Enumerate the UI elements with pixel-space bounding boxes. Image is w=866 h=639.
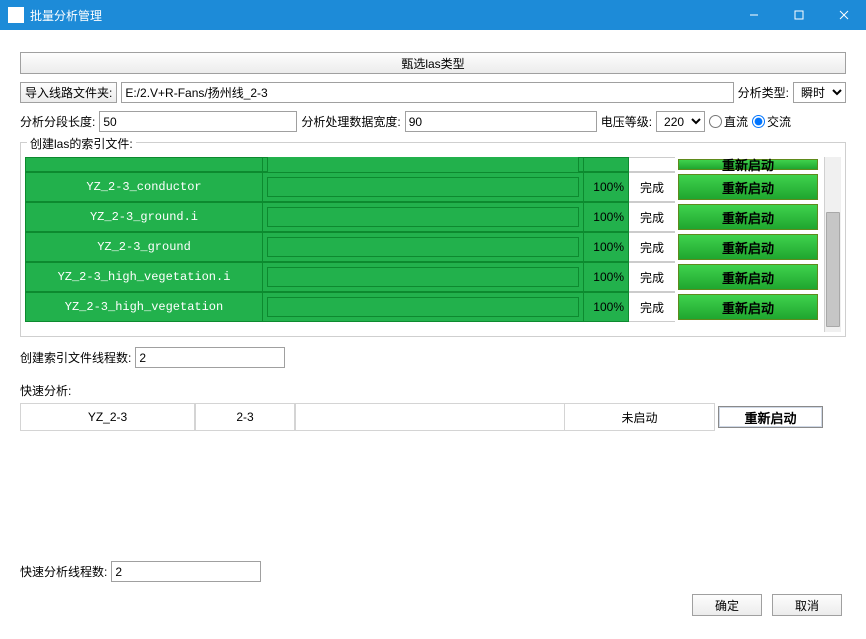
index-row-partial: 重新启动 xyxy=(25,157,824,172)
close-button[interactable] xyxy=(821,0,866,30)
analysis-type-label: 分析类型: xyxy=(738,84,789,101)
fast-analysis-label: 快速分析: xyxy=(20,382,846,399)
progress-cell xyxy=(263,172,583,202)
fast-seg-cell: 2-3 xyxy=(195,403,295,431)
ok-button[interactable]: 确定 xyxy=(692,594,762,616)
index-group: 创建las的索引文件: 重新启动YZ_2-3_conductor100%完成重新… xyxy=(20,142,846,337)
filter-las-type-button[interactable]: 甄选las类型 xyxy=(20,52,846,74)
progress-bar xyxy=(267,267,579,287)
titlebar: 批量分析管理 xyxy=(0,0,866,30)
voltage-level-label: 电压等级: xyxy=(601,113,652,130)
index-row: YZ_2-3_ground 100%完成重新启动 xyxy=(25,232,824,262)
index-row: YZ_2-3_ground.i 100%完成重新启动 xyxy=(25,202,824,232)
fast-analysis-table: YZ_2-32-3 未启动重新启动 xyxy=(20,403,846,551)
progress-cell xyxy=(263,262,583,292)
window-title: 批量分析管理 xyxy=(30,7,731,24)
ac-radio[interactable] xyxy=(752,115,765,128)
index-table: 重新启动YZ_2-3_conductor100%完成重新启动YZ_2-3_gro… xyxy=(25,157,824,332)
index-name-cell xyxy=(25,157,263,172)
minimize-button[interactable] xyxy=(731,0,776,30)
progress-bar xyxy=(267,177,579,197)
cancel-button[interactable]: 取消 xyxy=(772,594,842,616)
segment-length-input[interactable] xyxy=(99,111,297,132)
restart-button[interactable]: 重新启动 xyxy=(678,294,818,320)
data-width-input[interactable] xyxy=(405,111,597,132)
dc-radio-label: 直流 xyxy=(724,113,748,130)
data-width-label: 分析处理数据宽度: xyxy=(301,113,400,130)
percent-cell: 100% xyxy=(583,262,629,292)
restart-button[interactable]: 重新启动 xyxy=(678,264,818,290)
index-threads-label: 创建索引文件线程数: xyxy=(20,349,131,366)
app-icon xyxy=(8,7,24,23)
index-scroll-thumb[interactable] xyxy=(826,212,840,327)
index-name-cell: YZ_2-3_conductor xyxy=(25,172,263,202)
status-cell: 完成 xyxy=(629,232,675,262)
fast-row: YZ_2-32-3 未启动重新启动 xyxy=(20,403,846,431)
import-folder-path-input[interactable] xyxy=(121,82,733,103)
index-group-label: 创建las的索引文件: xyxy=(27,135,136,152)
restart-button[interactable]: 重新启动 xyxy=(678,234,818,260)
restart-button[interactable]: 重新启动 xyxy=(678,159,818,170)
ac-radio-wrap[interactable]: 交流 xyxy=(752,113,791,130)
index-threads-input[interactable] xyxy=(135,347,285,368)
fast-threads-input[interactable] xyxy=(111,561,261,582)
index-row: YZ_2-3_high_vegetation.i 100%完成重新启动 xyxy=(25,262,824,292)
index-row: YZ_2-3_high_vegetation 100%完成重新启动 xyxy=(25,292,824,322)
fast-progress-cell xyxy=(295,403,565,431)
status-cell: 完成 xyxy=(629,202,675,232)
ac-radio-label: 交流 xyxy=(767,113,791,130)
percent-cell: 100% xyxy=(583,202,629,232)
restart-button[interactable]: 重新启动 xyxy=(678,204,818,230)
progress-bar xyxy=(267,207,579,227)
percent-cell xyxy=(583,157,629,172)
status-cell: 完成 xyxy=(629,262,675,292)
progress-cell xyxy=(263,157,583,172)
restart-button[interactable]: 重新启动 xyxy=(678,174,818,200)
index-name-cell: YZ_2-3_ground xyxy=(25,232,263,262)
voltage-level-select[interactable]: 220 xyxy=(656,111,705,132)
analysis-type-select[interactable]: 瞬时 xyxy=(793,82,846,103)
dc-radio[interactable] xyxy=(709,115,722,128)
dc-radio-wrap[interactable]: 直流 xyxy=(709,113,748,130)
progress-bar xyxy=(267,297,579,317)
fast-name-cell: YZ_2-3 xyxy=(20,403,195,431)
index-row: YZ_2-3_conductor 100%完成重新启动 xyxy=(25,172,824,202)
status-cell xyxy=(629,157,675,172)
percent-cell: 100% xyxy=(583,172,629,202)
segment-length-label: 分析分段长度: xyxy=(20,113,95,130)
progress-bar xyxy=(267,237,579,257)
fast-threads-label: 快速分析线程数: xyxy=(20,563,107,580)
import-folder-button[interactable]: 导入线路文件夹: xyxy=(20,82,117,103)
status-cell: 完成 xyxy=(629,172,675,202)
maximize-button[interactable] xyxy=(776,0,821,30)
fast-restart-button[interactable]: 重新启动 xyxy=(718,406,823,428)
percent-cell: 100% xyxy=(583,292,629,322)
fast-status-cell: 未启动 xyxy=(565,403,715,431)
index-name-cell: YZ_2-3_high_vegetation.i xyxy=(25,262,263,292)
progress-cell xyxy=(263,202,583,232)
index-scrollbar[interactable] xyxy=(824,157,841,332)
status-cell: 完成 xyxy=(629,292,675,322)
progress-cell xyxy=(263,292,583,322)
index-name-cell: YZ_2-3_ground.i xyxy=(25,202,263,232)
index-name-cell: YZ_2-3_high_vegetation xyxy=(25,292,263,322)
percent-cell: 100% xyxy=(583,232,629,262)
progress-cell xyxy=(263,232,583,262)
